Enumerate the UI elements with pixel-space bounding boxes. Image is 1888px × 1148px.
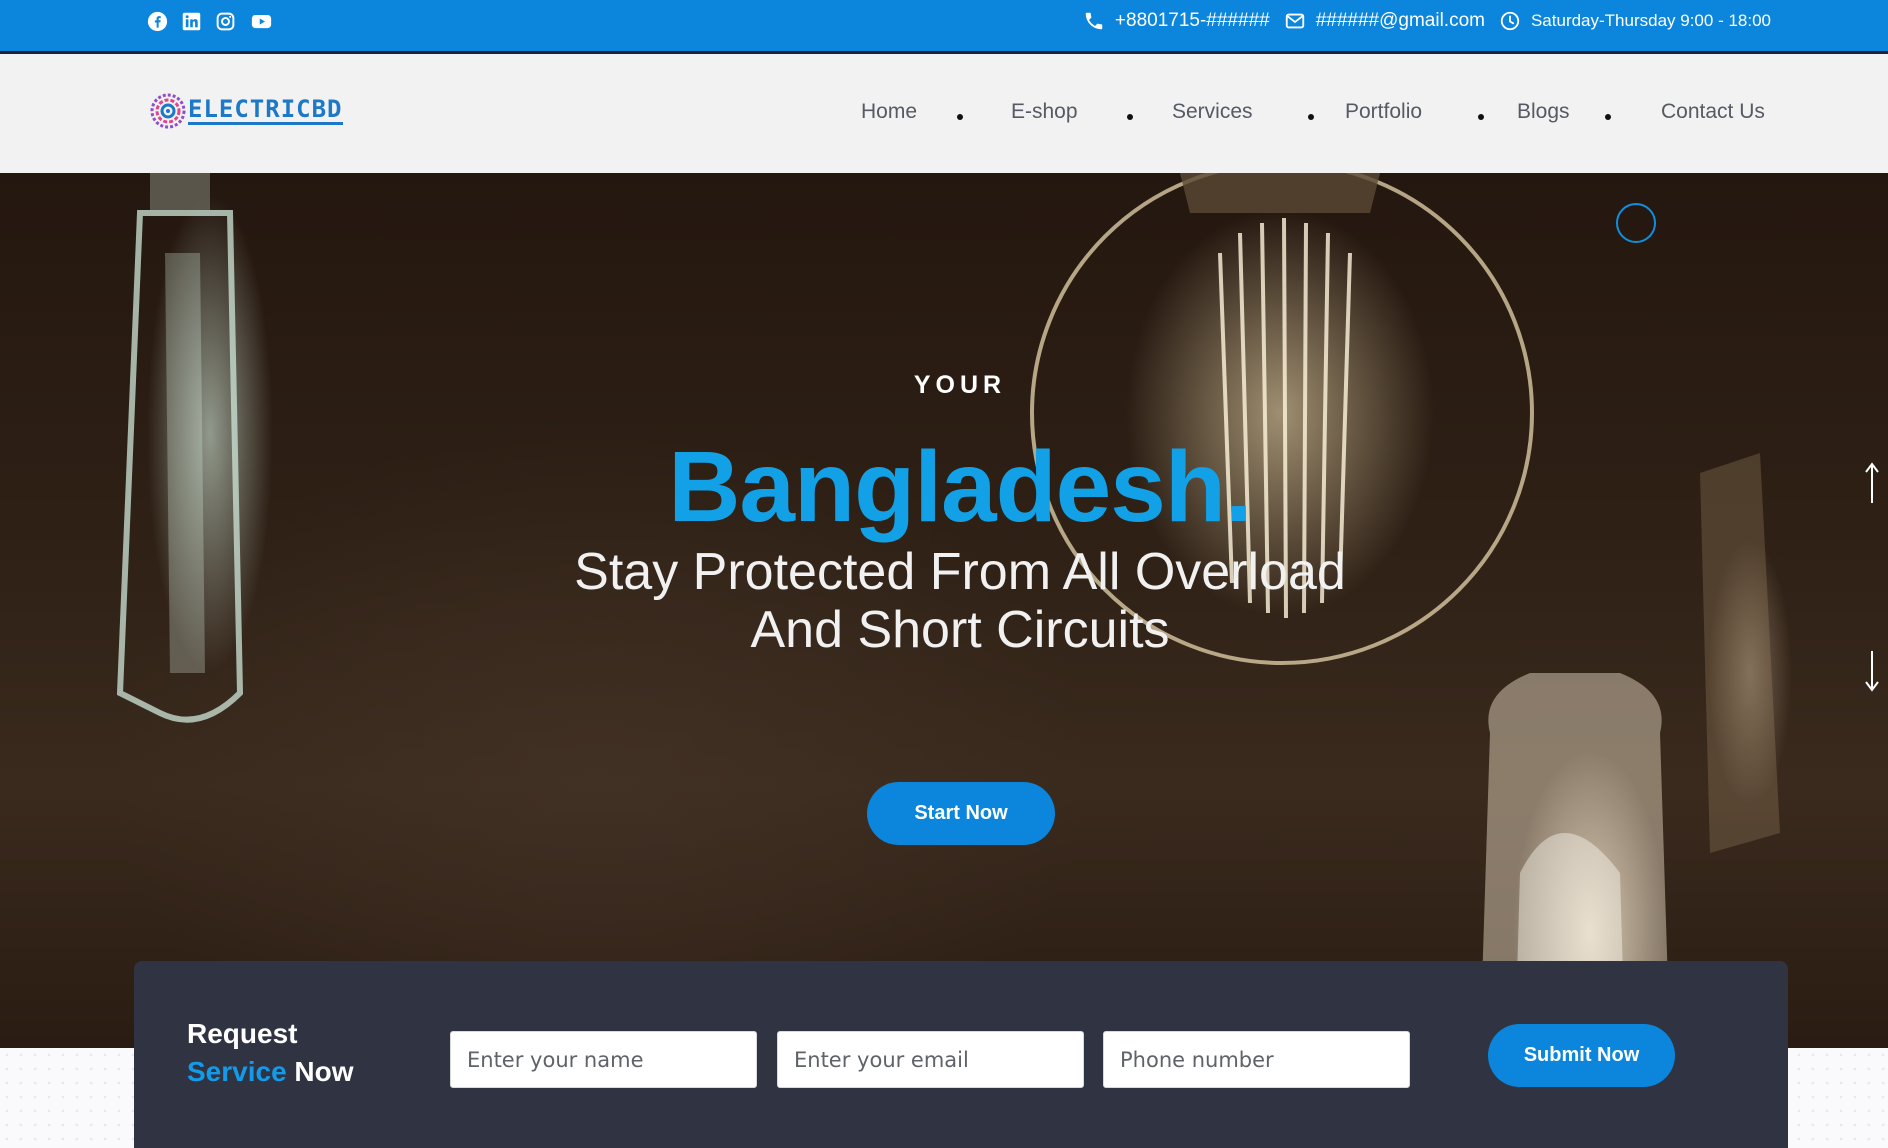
hero-indicator-circle[interactable] <box>1616 203 1656 243</box>
linkedin-icon[interactable] <box>181 11 202 32</box>
instagram-icon[interactable] <box>215 11 236 32</box>
site-header: ELECTRICBD Home E-shop Services Portfoli… <box>0 54 1888 173</box>
hero-eyebrow: YOUR <box>913 371 1007 399</box>
social-links <box>147 11 274 32</box>
nav-services[interactable]: Services <box>1172 100 1253 124</box>
hero-headline: Bangladesh. <box>668 431 1253 543</box>
nav-home[interactable]: Home <box>861 100 917 124</box>
nav-contact-us[interactable]: Contact Us <box>1661 100 1765 124</box>
hero-slider: YOUR Bangladesh. Stay Protected From All… <box>0 173 1888 1048</box>
hero-tagline-line1: Stay Protected From All Overload <box>574 543 1346 601</box>
request-title-line2: Service Now <box>187 1053 354 1091</box>
nav-separator <box>1127 114 1133 120</box>
main-nav: Home E-shop Services Portfolio Blogs Con… <box>0 100 1888 130</box>
nav-separator <box>1308 114 1314 120</box>
clock-icon <box>1500 11 1520 31</box>
envelope-icon <box>1285 13 1304 29</box>
youtube-icon[interactable] <box>249 11 274 32</box>
phone-number[interactable]: +8801715-###### <box>1115 10 1270 32</box>
nav-separator <box>1478 114 1484 120</box>
nav-portfolio[interactable]: Portfolio <box>1345 100 1422 124</box>
top-bar: +8801715-###### ######@gmail.com Saturda… <box>0 0 1888 54</box>
email-field[interactable] <box>777 1031 1084 1088</box>
phone-icon <box>1085 12 1103 30</box>
name-field[interactable] <box>450 1031 757 1088</box>
start-now-button[interactable]: Start Now <box>867 782 1055 845</box>
contact-info: +8801715-###### ######@gmail.com Saturda… <box>1067 10 1771 32</box>
request-title: Request Service Now <box>187 1015 354 1091</box>
request-service-form: Request Service Now Submit Now <box>134 961 1788 1148</box>
hero-tagline-line2: And Short Circuits <box>750 601 1170 659</box>
email-address[interactable]: ######@gmail.com <box>1316 10 1485 32</box>
request-title-line1: Request <box>187 1018 298 1049</box>
nav-blogs[interactable]: Blogs <box>1517 100 1570 124</box>
nav-separator <box>957 114 963 120</box>
phone-field[interactable] <box>1103 1031 1410 1088</box>
nav-eshop[interactable]: E-shop <box>1011 100 1078 124</box>
submit-now-button[interactable]: Submit Now <box>1488 1024 1675 1087</box>
hero-tagline: Stay Protected From All Overload And Sho… <box>0 543 1888 659</box>
request-title-accent: Service <box>187 1056 287 1087</box>
nav-separator <box>1605 114 1611 120</box>
request-title-rest: Now <box>294 1056 354 1087</box>
opening-hours: Saturday-Thursday 9:00 - 18:00 <box>1530 11 1771 30</box>
facebook-icon[interactable] <box>147 11 168 32</box>
